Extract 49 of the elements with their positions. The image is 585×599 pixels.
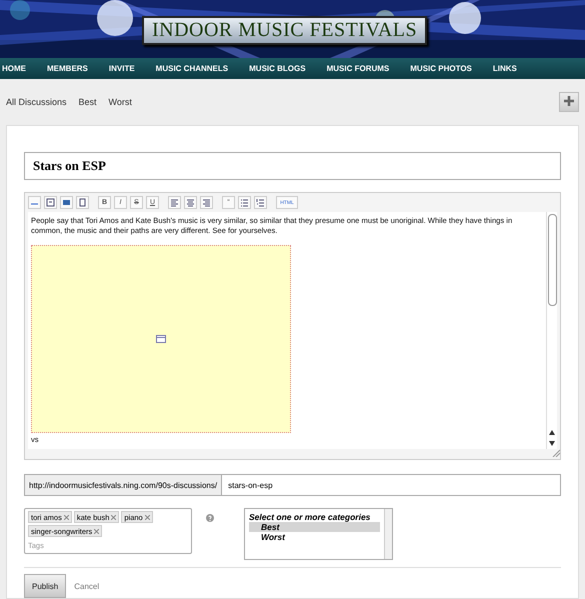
video-icon: [78, 198, 87, 207]
list-heading: Select one or more categories: [249, 512, 372, 522]
nav-link[interactable]: INVITE: [108, 64, 135, 74]
video-button[interactable]: [76, 196, 89, 209]
file-icon: [46, 198, 55, 207]
category-option[interactable]: Worst: [249, 532, 380, 542]
category-option[interactable]: Best: [249, 522, 380, 532]
site-logo[interactable]: INDOOR MUSIC FESTIVALS: [142, 16, 428, 45]
nav-link[interactable]: LINKS: [492, 64, 517, 74]
align-center-icon: [186, 198, 195, 207]
categories-list[interactable]: Select one or more categories Best Worst: [244, 508, 393, 560]
nav-link[interactable]: MUSIC FORUMS: [326, 64, 390, 74]
help-icon[interactable]: [206, 514, 214, 522]
bullets-button[interactable]: [238, 196, 251, 209]
bullets-icon: [240, 198, 249, 207]
add-button[interactable]: [559, 92, 579, 112]
plus-icon: [564, 96, 574, 106]
align-right-button[interactable]: [200, 196, 213, 209]
remove-icon[interactable]: [144, 514, 150, 520]
align-left-icon: [170, 198, 179, 207]
file-button[interactable]: [44, 196, 57, 209]
filter-link[interactable]: Worst: [108, 97, 132, 108]
url-prefix: http://indoormusicfestivals.ning.com/90s-discussions/: [25, 475, 222, 495]
nav-link[interactable]: MUSIC CHANNELS: [156, 64, 228, 74]
publish-button[interactable]: Publish: [24, 574, 66, 598]
filter-link[interactable]: All Discussions: [6, 97, 67, 108]
link-button[interactable]: [28, 196, 41, 209]
numbers-button[interactable]: [254, 196, 267, 209]
nav-link[interactable]: MUSIC BLOGS: [249, 64, 306, 74]
nav-link[interactable]: HOME: [2, 64, 26, 74]
remove-icon[interactable]: [111, 514, 116, 520]
image-icon: [62, 198, 71, 207]
cancel-link[interactable]: Cancel: [74, 582, 100, 590]
scrollbar[interactable]: [384, 509, 392, 559]
embed-icon: [156, 335, 166, 343]
filter-link[interactable]: Best: [78, 97, 97, 108]
resize-handle-icon[interactable]: [552, 449, 560, 457]
title-field[interactable]: Stars on ESP: [24, 152, 561, 180]
align-left-button[interactable]: [168, 196, 181, 209]
align-center-button[interactable]: [184, 196, 197, 209]
numbers-icon: [256, 198, 265, 207]
align-right-icon: [202, 198, 211, 207]
remove-icon[interactable]: [64, 514, 69, 520]
nav-link[interactable]: MEMBERS: [47, 64, 88, 74]
scrollbar[interactable]: [546, 212, 557, 449]
image-button[interactable]: [60, 196, 73, 209]
nav-link[interactable]: MUSIC PHOTOS: [410, 64, 472, 74]
url-field[interactable]: http://indoormusicfestivals.ning.com/90s-discussions/ stars-on-esp: [24, 474, 561, 496]
remove-icon[interactable]: [94, 528, 100, 534]
